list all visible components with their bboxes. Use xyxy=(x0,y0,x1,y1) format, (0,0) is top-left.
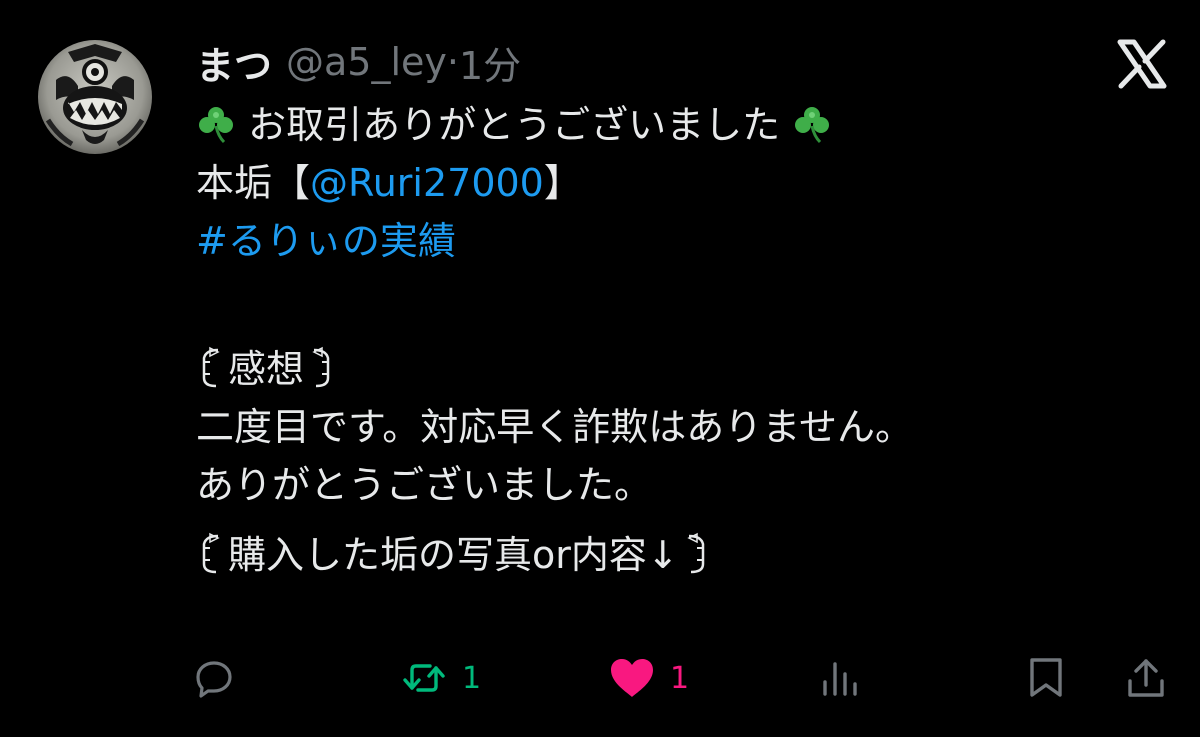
meta-separator: · xyxy=(446,40,459,84)
analytics-icon xyxy=(823,662,857,696)
ribbon-bracket-icon xyxy=(196,530,228,576)
purchase-title: 購入した垢の写真or内容↓ xyxy=(228,533,679,577)
thanks-line: お取引ありがとうございました xyxy=(196,96,1096,154)
main-account-suffix: 】 xyxy=(543,161,582,205)
hashtag-link[interactable]: #るりぃの実績 xyxy=(196,219,456,263)
tweet-timestamp[interactable]: 1分 xyxy=(459,35,521,90)
retweet-count: 1 xyxy=(462,660,482,696)
retweet-button[interactable]: 1 xyxy=(400,652,481,704)
user-handle[interactable]: @a5_ley xyxy=(286,40,447,84)
shamrock-icon xyxy=(792,102,832,144)
main-account-line: 本垢【@Ruri27000】 xyxy=(196,154,1096,212)
shamrock-icon xyxy=(196,102,236,144)
reply-icon xyxy=(196,661,232,698)
review-title: 感想 xyxy=(228,347,305,391)
tweet-header: まつ @a5_ley · 1分 xyxy=(196,34,521,90)
reply-button[interactable] xyxy=(194,652,248,704)
x-logo-icon[interactable] xyxy=(1114,36,1170,92)
tweet-text: お取引ありがとうございました 本垢【@Ruri27000】 #るりぃの実績 感想 xyxy=(196,96,1096,584)
retweet-icon xyxy=(403,664,445,692)
like-button[interactable]: 1 xyxy=(608,652,689,704)
section-title-review: 感想 xyxy=(196,340,1096,398)
main-account-prefix: 本垢【 xyxy=(196,161,311,205)
ribbon-bracket-icon xyxy=(679,530,711,576)
review-line: 二度目です。対応早く詐欺はありません。 xyxy=(196,405,914,449)
like-count: 1 xyxy=(670,660,690,696)
share-button[interactable] xyxy=(1126,652,1166,704)
mention-link[interactable]: @Ruri27000 xyxy=(310,161,544,205)
avatar[interactable] xyxy=(38,40,152,154)
section-title-purchase: 購入した垢の写真or内容↓ xyxy=(196,526,1096,584)
bookmark-icon xyxy=(1030,658,1062,697)
ribbon-bracket-icon xyxy=(304,344,336,390)
thanks-text: お取引ありがとうございました xyxy=(248,103,781,147)
action-bar: 1 1 xyxy=(0,652,1200,704)
avatar-image xyxy=(38,40,152,154)
share-icon xyxy=(1128,659,1164,697)
views-button[interactable] xyxy=(820,652,874,704)
review-line: ありがとうございました。 xyxy=(196,463,653,507)
display-name[interactable]: まつ xyxy=(196,35,272,90)
heart-icon xyxy=(611,659,653,697)
ribbon-bracket-icon xyxy=(196,344,228,390)
bookmark-button[interactable] xyxy=(1026,652,1066,704)
hashtag-line: #るりぃの実績 xyxy=(196,212,1096,270)
